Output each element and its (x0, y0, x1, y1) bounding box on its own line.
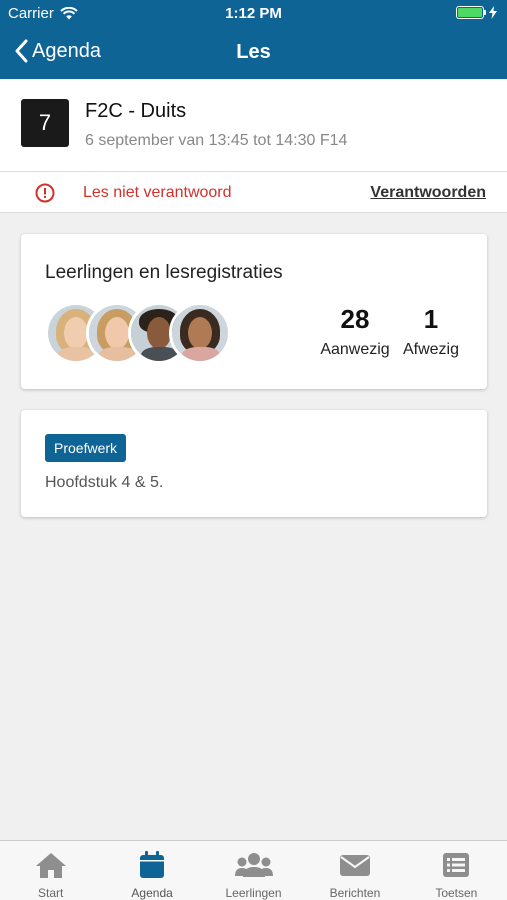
tab-start[interactable]: Start (0, 841, 101, 900)
lesson-name: F2C - Duits (85, 100, 187, 122)
navigation-bar: Agenda Les (0, 30, 507, 76)
present-stat: 28 Aanwezig (317, 304, 393, 359)
alert-circle-icon (35, 183, 55, 203)
lesson-header: 7 F2C - Duits 6 september van 13:45 tot … (0, 79, 507, 172)
tab-agenda[interactable]: Agenda (101, 841, 202, 900)
alert-bar: Les niet verantwoord Verantwoorden (0, 172, 507, 213)
tab-label: Leerlingen (225, 886, 282, 900)
status-bar: Carrier 1:12 PM (0, 0, 507, 28)
absent-count: 1 (423, 304, 439, 334)
attendance-heading: Leerlingen en lesregistraties (45, 262, 283, 283)
lesson-schedule: 6 september van 13:45 tot 14:30 F14 (85, 132, 348, 149)
alert-message: Les niet verantwoord (83, 184, 232, 201)
assignment-card[interactable]: Proefwerk Hoofdstuk 4 & 5. (21, 410, 487, 517)
assignment-tag: Proefwerk (45, 434, 127, 462)
absent-label: Afwezig (402, 341, 460, 358)
present-label: Aanwezig (320, 341, 390, 358)
tab-label: Toetsen (435, 886, 478, 900)
tab-label: Agenda (131, 886, 173, 900)
tab-leerlingen[interactable]: Leerlingen (203, 841, 304, 900)
calendar-icon (140, 850, 165, 878)
home-icon (35, 852, 66, 878)
clock: 1:12 PM (225, 5, 282, 22)
charging-icon (489, 6, 497, 19)
tab-berichten[interactable]: Berichten (304, 841, 405, 900)
period-badge: 7 (21, 99, 69, 147)
tab-toetsen[interactable]: Toetsen (406, 841, 507, 900)
battery-icon (456, 6, 484, 19)
header: Carrier 1:12 PM Agenda Les (0, 0, 507, 79)
battery-indicator (456, 6, 497, 19)
present-count: 28 (340, 304, 370, 334)
avatar (169, 302, 231, 364)
tab-label: Start (38, 886, 64, 900)
tab-bar: Start Agenda Leerlingen Berichten Toetse… (0, 840, 507, 900)
envelope-icon (339, 854, 370, 876)
absent-stat: 1 Afwezig (399, 304, 463, 359)
student-avatars (45, 302, 245, 364)
page-title: Les (236, 41, 271, 63)
list-icon (443, 852, 470, 877)
tab-label: Berichten (329, 886, 381, 900)
attendance-card[interactable]: Leerlingen en lesregistraties 28 Aanwezi… (21, 234, 487, 389)
assignment-description: Hoofdstuk 4 & 5. (45, 474, 164, 491)
verantwoorden-button[interactable]: Verantwoorden (370, 184, 486, 202)
users-icon (234, 852, 273, 877)
